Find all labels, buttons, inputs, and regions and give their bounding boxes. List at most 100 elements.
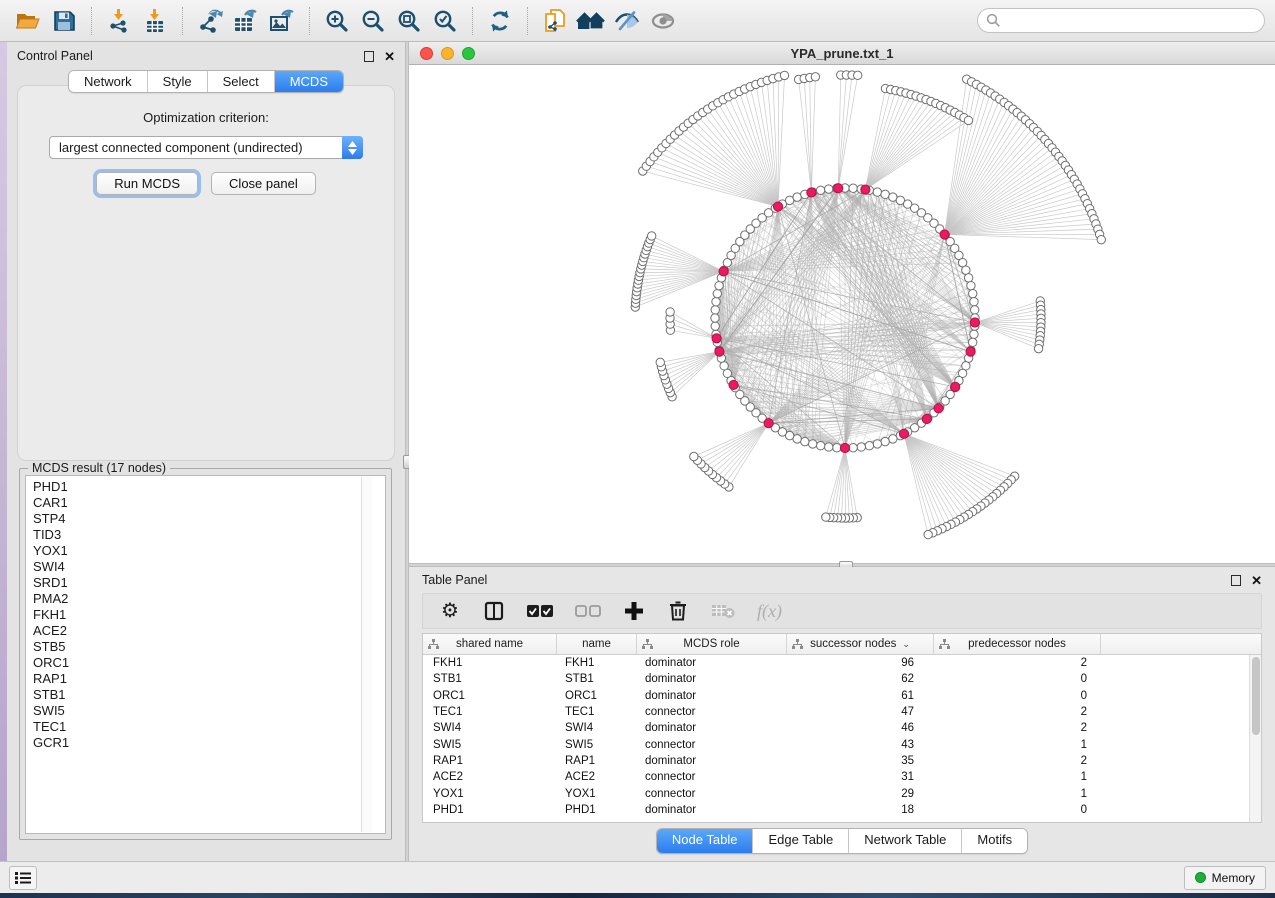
export-image-button[interactable] [264, 4, 300, 38]
search-input[interactable] [1006, 13, 1256, 29]
tab-style[interactable]: Style [147, 71, 207, 92]
tab-select[interactable]: Select [207, 71, 274, 92]
network-window-titlebar[interactable]: YPA_prune.txt_1 [409, 42, 1275, 65]
column-header-MCDS-role[interactable]: MCDS role [637, 634, 787, 654]
close-mcds-panel-button[interactable]: Close panel [211, 172, 316, 195]
table-row[interactable]: ACE2ACE2connector311 [423, 769, 1249, 785]
node[interactable] [971, 306, 979, 314]
save-session-button[interactable] [46, 4, 82, 38]
mcds-node[interactable] [715, 347, 724, 356]
mcds-result-item[interactable]: SRD1 [33, 575, 385, 591]
mcds-node[interactable] [719, 267, 728, 276]
node[interactable] [857, 443, 865, 451]
window-close-button[interactable] [420, 47, 433, 60]
duplicate-network-button[interactable] [537, 4, 573, 38]
node[interactable] [865, 441, 873, 449]
node[interactable] [713, 289, 721, 297]
node[interactable] [816, 186, 824, 194]
node[interactable] [711, 306, 719, 314]
node[interactable] [970, 298, 978, 306]
mcds-node[interactable] [934, 404, 943, 413]
column-header-predecessor-nodes[interactable]: predecessor nodes [934, 634, 1101, 654]
mcds-node[interactable] [712, 334, 721, 343]
node[interactable] [715, 281, 723, 289]
table-row[interactable]: TEC1TEC1connector472 [423, 704, 1249, 720]
import-network-button[interactable] [101, 4, 137, 38]
show-all-button[interactable] [645, 4, 681, 38]
leaf-node[interactable] [647, 232, 655, 240]
search-box[interactable] [977, 8, 1265, 33]
mcds-node[interactable] [807, 188, 816, 197]
mcds-result-item[interactable]: GCR1 [33, 735, 385, 751]
node[interactable] [889, 435, 897, 443]
close-table-panel-button[interactable]: ✕ [1251, 574, 1262, 587]
node[interactable] [881, 437, 889, 445]
node[interactable] [968, 338, 976, 346]
window-maximize-button[interactable] [462, 47, 475, 60]
node[interactable] [873, 188, 881, 196]
function-builder-button-disabled[interactable]: f(x) [757, 598, 782, 624]
show-columns-button[interactable] [483, 598, 505, 624]
tab-network[interactable]: Network [69, 71, 147, 92]
mcds-result-item[interactable]: SWI5 [33, 703, 385, 719]
node[interactable] [849, 444, 857, 452]
network-graph[interactable] [409, 65, 1275, 562]
refresh-styles-button[interactable] [482, 4, 518, 38]
mcds-node[interactable] [940, 230, 949, 239]
mcds-node[interactable] [951, 382, 960, 391]
mcds-result-item[interactable]: STP4 [33, 511, 385, 527]
table-row[interactable]: ORC1ORC1dominator610 [423, 688, 1249, 704]
node[interactable] [849, 184, 857, 192]
float-table-panel-button[interactable] [1231, 575, 1241, 586]
mcds-node[interactable] [773, 202, 782, 211]
node[interactable] [720, 362, 728, 370]
mcds-node[interactable] [729, 380, 738, 389]
table-scrollbar[interactable] [1249, 655, 1261, 822]
node[interactable] [833, 444, 841, 452]
leaf-node[interactable] [780, 71, 788, 79]
mcds-result-item[interactable]: CAR1 [33, 495, 385, 511]
tab-motifs[interactable]: Motifs [961, 829, 1027, 853]
node[interactable] [711, 322, 719, 330]
node[interactable] [711, 314, 719, 322]
column-header-name[interactable]: name [557, 634, 637, 654]
first-neighbors-button[interactable] [573, 4, 609, 38]
node[interactable] [964, 274, 972, 282]
table-row[interactable]: STB1STB1dominator620 [423, 671, 1249, 687]
delete-table-button-disabled[interactable] [711, 598, 735, 624]
node[interactable] [712, 298, 720, 306]
node[interactable] [808, 440, 816, 448]
mcds-result-item[interactable]: PHD1 [33, 479, 385, 495]
zoom-out-button[interactable] [355, 4, 391, 38]
node[interactable] [793, 193, 801, 201]
node[interactable] [881, 190, 889, 198]
mcds-node[interactable] [834, 184, 843, 193]
table-row[interactable]: YOX1YOX1connector291 [423, 785, 1249, 801]
float-panel-button[interactable] [364, 51, 374, 62]
mcds-node[interactable] [899, 429, 908, 438]
mcds-result-item[interactable]: YOX1 [33, 543, 385, 559]
zoom-fit-button[interactable] [391, 4, 427, 38]
mcds-node[interactable] [922, 414, 931, 423]
optimization-criterion-dropdown[interactable]: largest connected component (undirected) [49, 136, 363, 159]
node[interactable] [825, 443, 833, 451]
leaf-node[interactable] [656, 358, 664, 366]
network-view-canvas[interactable] [409, 65, 1275, 563]
mcds-result-item[interactable]: ORC1 [33, 655, 385, 671]
leaf-node[interactable] [822, 513, 830, 521]
node[interactable] [816, 441, 824, 449]
column-header-shared-name[interactable]: shared name [423, 634, 557, 654]
table-settings-button[interactable]: ⚙ [439, 598, 461, 624]
table-row[interactable]: PHD1PHD1dominator180 [423, 802, 1249, 818]
node[interactable] [968, 289, 976, 297]
table-row[interactable]: SWI4SWI4dominator462 [423, 720, 1249, 736]
node[interactable] [825, 185, 833, 193]
mcds-result-item[interactable]: ACE2 [33, 623, 385, 639]
node[interactable] [873, 440, 881, 448]
table-row[interactable]: SWI5SWI5connector431 [423, 736, 1249, 752]
mcds-result-item[interactable]: SWI4 [33, 559, 385, 575]
leaf-node[interactable] [690, 452, 698, 460]
open-file-button[interactable] [10, 4, 46, 38]
node[interactable] [801, 437, 809, 445]
close-panel-button[interactable]: ✕ [384, 50, 395, 63]
